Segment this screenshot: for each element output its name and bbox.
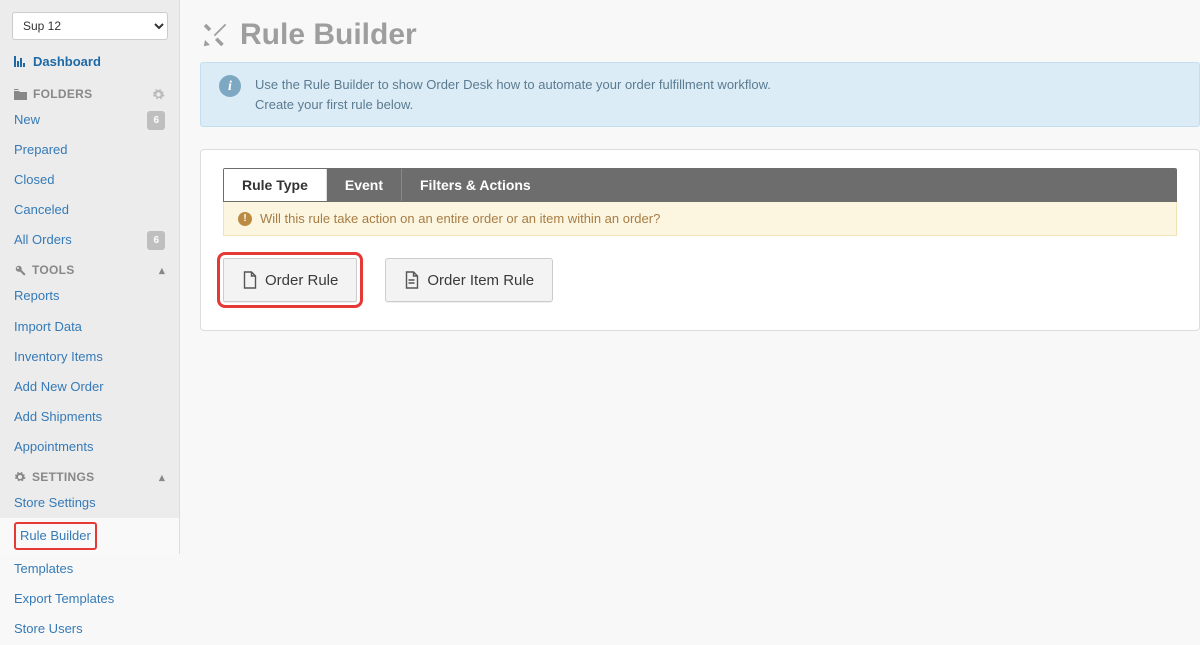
sidebar-item-label: Store Users xyxy=(14,618,83,640)
exclamation-icon: ! xyxy=(238,212,252,226)
sidebar-item-label: Store Settings xyxy=(14,492,96,514)
tab-rule-type[interactable]: Rule Type xyxy=(224,169,327,201)
section-folders-header[interactable]: FOLDERS xyxy=(0,79,179,105)
gear-icon[interactable] xyxy=(152,88,165,101)
main-content: Rule Builder i Use the Rule Builder to s… xyxy=(180,0,1200,331)
sidebar-item-label: New xyxy=(14,109,40,131)
order-item-rule-button[interactable]: Order Item Rule xyxy=(385,258,553,302)
sidebar-item-reports[interactable]: Reports xyxy=(0,281,179,311)
tab-filters-actions[interactable]: Filters & Actions xyxy=(402,169,1176,201)
section-settings-header[interactable]: SETTINGS ▴ xyxy=(0,462,179,488)
order-rule-button[interactable]: Order Rule xyxy=(223,258,357,302)
sidebar-item-add-new-order[interactable]: Add New Order xyxy=(0,372,179,402)
tab-label: Rule Type xyxy=(242,177,308,193)
section-title: TOOLS xyxy=(32,263,75,277)
sidebar-item-label: Templates xyxy=(14,558,73,580)
info-icon: i xyxy=(219,75,241,97)
rule-buttons: Order Rule Order Item Rule xyxy=(223,258,1177,302)
sidebar-item-label: Canceled xyxy=(14,199,69,221)
tabs: Rule Type Event Filters & Actions xyxy=(223,168,1177,202)
sidebar-item-label: All Orders xyxy=(14,229,72,251)
sidebar-item-label: Reports xyxy=(14,285,60,307)
sidebar-item-closed[interactable]: Closed xyxy=(0,165,179,195)
page-title: Rule Builder xyxy=(200,18,1200,52)
button-label: Order Item Rule xyxy=(427,272,534,289)
sidebar-item-label: Closed xyxy=(14,169,54,191)
sidebar-item-all-orders[interactable]: All Orders 6 xyxy=(0,225,179,255)
sidebar-item-label: Inventory Items xyxy=(14,346,103,368)
question-bar: ! Will this rule take action on an entir… xyxy=(223,202,1177,236)
tab-label: Filters & Actions xyxy=(420,177,531,193)
sidebar-item-new[interactable]: New 6 xyxy=(0,105,179,135)
tab-label: Event xyxy=(345,177,383,193)
section-tools-header[interactable]: TOOLS ▴ xyxy=(0,255,179,281)
sidebar-item-export-templates[interactable]: Export Templates xyxy=(0,584,179,614)
dashboard-label: Dashboard xyxy=(33,54,101,69)
sidebar-item-label: Prepared xyxy=(14,139,67,161)
note-line-2: Create your first rule below. xyxy=(255,95,771,115)
count-badge: 6 xyxy=(147,111,165,130)
store-selector[interactable]: Sup 12 xyxy=(12,12,168,40)
question-text: Will this rule take action on an entire … xyxy=(260,211,660,226)
folder-icon xyxy=(14,89,27,100)
cog-icon xyxy=(14,471,26,483)
sidebar-item-label: Add New Order xyxy=(14,376,104,398)
sidebar-item-add-shipments[interactable]: Add Shipments xyxy=(0,402,179,432)
dashboard-link[interactable]: Dashboard xyxy=(0,50,179,79)
wrench-icon xyxy=(14,264,26,276)
section-title: FOLDERS xyxy=(33,87,92,101)
sidebar-item-store-users[interactable]: Store Users xyxy=(0,614,179,644)
caret-up-icon: ▴ xyxy=(159,264,165,277)
sidebar-item-label: Export Templates xyxy=(14,588,114,610)
sidebar-item-label: Add Shipments xyxy=(14,406,102,428)
sidebar-item-appointments[interactable]: Appointments xyxy=(0,432,179,462)
sidebar: Sup 12 Dashboard FOLDERS New 6 Prepared … xyxy=(0,0,180,554)
sidebar-item-rule-builder[interactable]: Rule Builder xyxy=(0,518,179,554)
sidebar-item-templates[interactable]: Templates xyxy=(0,554,179,584)
sidebar-item-prepared[interactable]: Prepared xyxy=(0,135,179,165)
document-lines-icon xyxy=(404,271,419,289)
info-note: i Use the Rule Builder to show Order Des… xyxy=(200,62,1200,127)
count-badge: 6 xyxy=(147,231,165,250)
document-icon xyxy=(242,271,257,289)
sidebar-item-label: Import Data xyxy=(14,316,82,338)
tools-icon xyxy=(200,20,230,50)
note-line-1: Use the Rule Builder to show Order Desk … xyxy=(255,75,771,95)
section-title: SETTINGS xyxy=(32,470,94,484)
tab-event[interactable]: Event xyxy=(327,169,402,201)
sidebar-item-store-settings[interactable]: Store Settings xyxy=(0,488,179,518)
sidebar-item-inventory-items[interactable]: Inventory Items xyxy=(0,342,179,372)
sidebar-item-canceled[interactable]: Canceled xyxy=(0,195,179,225)
sidebar-item-label: Appointments xyxy=(14,436,94,458)
sidebar-item-import-data[interactable]: Import Data xyxy=(0,312,179,342)
rule-panel: Rule Type Event Filters & Actions ! Will… xyxy=(200,149,1200,331)
sidebar-item-label: Rule Builder xyxy=(14,522,97,550)
button-label: Order Rule xyxy=(265,272,338,289)
caret-up-icon: ▴ xyxy=(159,471,165,484)
page-title-text: Rule Builder xyxy=(240,18,417,52)
chart-icon xyxy=(14,56,27,67)
